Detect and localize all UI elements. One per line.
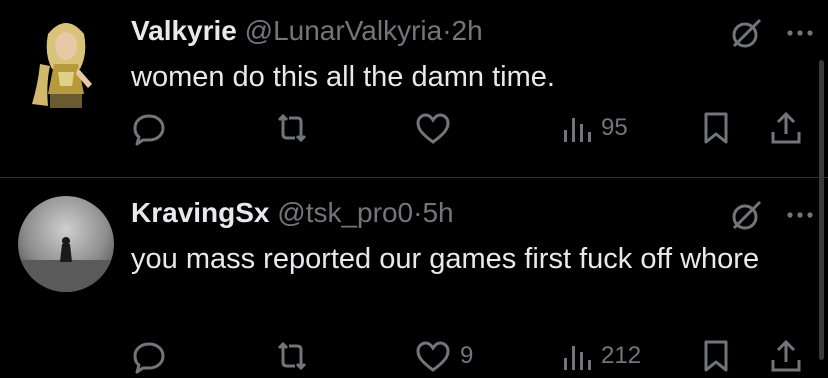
share-button[interactable] bbox=[769, 338, 803, 374]
tweet-actions: 95 bbox=[131, 110, 807, 150]
tweet-1[interactable]: Valkyrie @LunarValkyria·2h women do this… bbox=[0, 0, 828, 177]
separator-dot: · bbox=[442, 15, 452, 46]
share-button[interactable] bbox=[769, 110, 803, 146]
bookmark-icon bbox=[704, 112, 728, 144]
retweet-icon bbox=[277, 113, 307, 143]
tweet-top-actions bbox=[730, 16, 814, 50]
tweet-header: Valkyrie @LunarValkyria·2h bbox=[131, 14, 483, 48]
retweet-button[interactable] bbox=[273, 110, 319, 146]
bookmark-button[interactable] bbox=[701, 338, 731, 374]
reply-button[interactable] bbox=[131, 110, 175, 146]
reply-icon bbox=[133, 114, 165, 146]
tweet-text: you mass reported our games first fuck o… bbox=[131, 243, 760, 275]
grok-icon[interactable] bbox=[730, 198, 764, 232]
bookmark-button[interactable] bbox=[701, 110, 731, 146]
retweet-button[interactable] bbox=[273, 338, 319, 374]
avatar-illustration bbox=[18, 196, 114, 292]
avatar-illustration bbox=[18, 14, 114, 110]
views-button[interactable]: 212 bbox=[561, 338, 641, 374]
timestamp[interactable]: 5h bbox=[422, 197, 453, 228]
display-name[interactable]: Valkyrie bbox=[131, 15, 237, 46]
share-icon bbox=[771, 339, 801, 372]
reply-button[interactable] bbox=[131, 338, 175, 374]
timestamp[interactable]: 2h bbox=[452, 15, 483, 46]
views-icon bbox=[564, 118, 591, 142]
display-name[interactable]: KravingSx bbox=[131, 197, 270, 228]
like-count: 9 bbox=[460, 342, 474, 369]
more-icon[interactable] bbox=[786, 28, 814, 38]
like-icon bbox=[416, 113, 450, 144]
avatar-valkyrie[interactable] bbox=[18, 14, 114, 110]
tweet-header: KravingSx @tsk_pro0·5h bbox=[131, 196, 454, 230]
retweet-icon bbox=[277, 341, 307, 371]
tweet-actions: 9 212 bbox=[131, 338, 807, 378]
views-icon bbox=[564, 346, 591, 370]
share-icon bbox=[771, 111, 801, 144]
scrollbar[interactable] bbox=[819, 60, 824, 360]
reply-icon bbox=[133, 342, 165, 374]
avatar-kravingsx[interactable] bbox=[18, 196, 114, 292]
tweet-top-actions bbox=[730, 198, 814, 232]
grok-icon[interactable] bbox=[730, 16, 764, 50]
views-count: 95 bbox=[601, 114, 628, 141]
like-icon bbox=[416, 341, 450, 372]
user-handle[interactable]: @tsk_pro0 bbox=[277, 197, 413, 228]
views-count: 212 bbox=[601, 342, 642, 369]
like-button[interactable] bbox=[414, 110, 460, 146]
bookmark-icon bbox=[704, 340, 728, 372]
more-icon[interactable] bbox=[786, 210, 814, 220]
user-handle[interactable]: @LunarValkyria bbox=[245, 15, 443, 46]
tweet-text: women do this all the damn time. bbox=[131, 61, 555, 93]
tweet-2[interactable]: KravingSx @tsk_pro0·5h you mass reported… bbox=[0, 178, 828, 374]
like-button[interactable]: 9 bbox=[414, 338, 473, 374]
views-button[interactable]: 95 bbox=[561, 110, 628, 146]
